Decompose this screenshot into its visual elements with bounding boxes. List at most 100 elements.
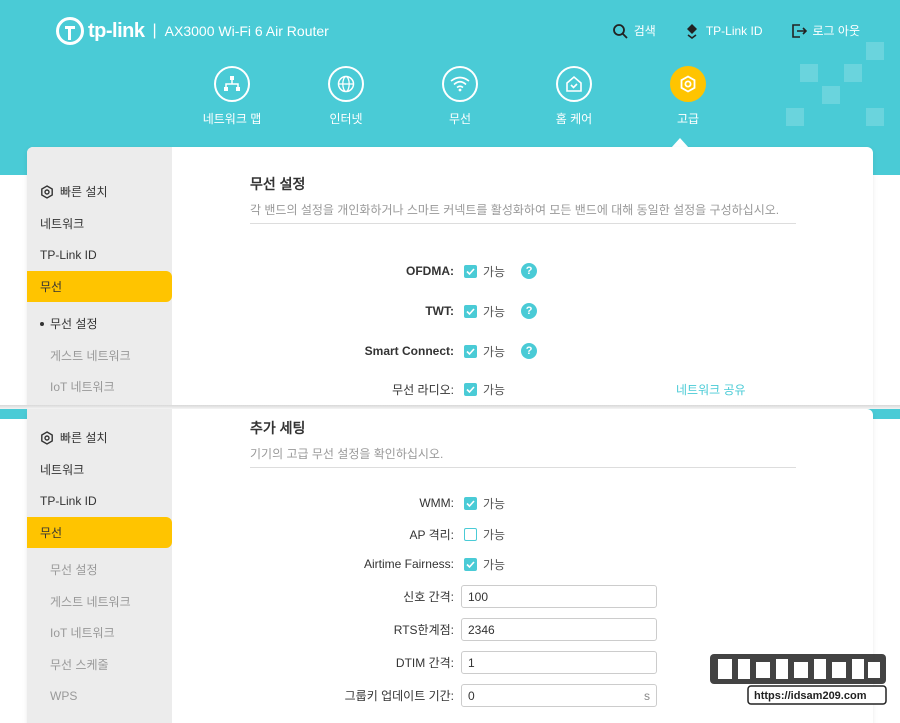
brand-logo[interactable]: tp-link | AX3000 Wi-Fi 6 Air Router [56, 17, 329, 45]
main-nav: 네트워크 맵 인터넷 무선 홈 케어 고급 [175, 66, 745, 127]
wifi-icon [450, 76, 470, 92]
wireless-radio-label: 무선 라디오: [392, 382, 454, 397]
wireless-radio-checkbox[interactable] [464, 382, 477, 396]
search-link[interactable]: 검색 [612, 22, 656, 39]
airtime-fairness-label: Airtime Fairness: [363, 557, 454, 571]
network-map-icon [224, 76, 240, 91]
group-key-unit: s [644, 688, 650, 703]
sidebar-item-wireless-schedule[interactable]: 무선 스케줄 [27, 649, 172, 681]
sidebar-item-guest-network[interactable]: 게스트 네트워크 [27, 340, 172, 372]
ofdma-checkbox[interactable] [464, 264, 477, 278]
sidebar-item-wireless[interactable]: 무선 [27, 270, 172, 302]
section-description: 기기의 고급 무선 설정을 확인하십시오. [250, 447, 796, 468]
ofdma-help-icon[interactable]: ? [521, 263, 538, 279]
ofdma-row: OFDMA: 가능 ? [250, 263, 796, 279]
twt-checkbox[interactable] [464, 304, 477, 318]
section-title: 무선 설정 [250, 176, 306, 192]
ap-isolation-label: AP 격리: [409, 527, 454, 542]
twt-label: TWT: [425, 304, 454, 318]
nav-advanced[interactable]: 고급 [631, 66, 745, 127]
quick-setup-icon [41, 430, 53, 445]
airtime-fairness-row: Airtime Fairness: 가능 [250, 556, 796, 572]
sidebar-item-iot-network[interactable]: IoT 네트워크 [27, 617, 172, 649]
smart-connect-checkbox[interactable] [464, 344, 477, 358]
sidebar-2: 빠른 설치 네트워크 TP-Link ID 무선 무선 설정 게스트 네트워크 … [27, 409, 172, 723]
search-icon [612, 23, 628, 39]
sidebar-item-guest-network[interactable]: 게스트 네트워크 [27, 586, 172, 618]
logout-link[interactable]: 로그 아웃 [791, 22, 861, 39]
ap-isolation-row: AP 격리: 가능 [250, 526, 796, 542]
tplink-id-label: TP-Link ID [705, 23, 763, 38]
home-care-icon [566, 75, 582, 92]
sidebar-item-tplink-id[interactable]: TP-Link ID [27, 239, 172, 271]
dtim-interval-label: DTIM 간격: [395, 656, 454, 670]
wmm-row: WMM: 가능 [250, 495, 796, 511]
beacon-interval-input[interactable]: 100 [461, 585, 657, 608]
group-key-label: 그룹키 업데이트 기간: [344, 689, 454, 703]
sidebar: 빠른 설치 네트워크 TP-Link ID 무선 무선 설정 게스트 네트워크 … [27, 147, 172, 409]
tplink-id-link[interactable]: TP-Link ID [684, 23, 763, 39]
site-watermark: https://idsam209.com [710, 654, 887, 705]
airtime-fairness-enable-label: 가능 [483, 557, 506, 572]
smart-connect-help-icon[interactable]: ? [521, 343, 538, 359]
wireless-radio-row: 무선 라디오: 가능 네트워크 공유 [250, 381, 796, 397]
sidebar-item-wireless-settings[interactable]: 무선 설정 [27, 308, 172, 340]
wmm-enable-label: 가능 [483, 496, 506, 511]
rts-threshold-label: RTS한계점: [393, 623, 454, 637]
nav-internet[interactable]: 인터넷 [289, 66, 403, 127]
twt-help-icon[interactable]: ? [521, 303, 538, 319]
nav-home-care[interactable]: 홈 케어 [517, 66, 631, 127]
watermark-url: https://idsam209.com [754, 690, 867, 702]
content: 무선 설정 각 밴드의 설정을 개인화하거나 스마트 커넥트를 활성화하여 모든… [250, 147, 796, 397]
model-name: AX3000 Wi-Fi 6 Air Router [164, 23, 329, 39]
nav-label: 무선 [448, 112, 472, 126]
sidebar-item-wps[interactable]: WPS [27, 680, 172, 712]
nav-label: 네트워크 맵 [202, 112, 262, 126]
twt-enable-label: 가능 [483, 304, 506, 319]
sidebar-item-network[interactable]: 네트워크 [27, 208, 172, 240]
sidebar-item-iot-network[interactable]: IoT 네트워크 [27, 371, 172, 403]
current-dot [40, 321, 44, 326]
gear-icon [680, 75, 696, 93]
logout-icon [791, 23, 807, 38]
rts-threshold-row: RTS한계점: 2346 [250, 618, 796, 641]
nav-label: 홈 케어 [555, 112, 593, 126]
airtime-fairness-checkbox[interactable] [464, 557, 477, 571]
smart-connect-row: Smart Connect: 가능 ? [250, 343, 796, 359]
group-key-input[interactable]: 0 s [461, 684, 657, 707]
nav-wireless[interactable]: 무선 [403, 66, 517, 127]
wireless-radio-enable-label: 가능 [483, 382, 506, 397]
ofdma-label: OFDMA: [406, 264, 454, 278]
rts-threshold-input[interactable]: 2346 [461, 618, 657, 641]
sidebar-item-tplink-id[interactable]: TP-Link ID [27, 485, 172, 517]
wmm-label: WMM: [419, 496, 454, 510]
header: tp-link | AX3000 Wi-Fi 6 Air Router 검색 T… [0, 0, 900, 60]
sidebar-item-wireless-settings[interactable]: 무선 설정 [27, 554, 172, 586]
network-share-link[interactable]: 네트워크 공유 [676, 381, 746, 398]
beacon-interval-row: 신호 간격: 100 [250, 585, 796, 608]
ap-isolation-checkbox[interactable] [464, 527, 477, 541]
section-description: 각 밴드의 설정을 개인화하거나 스마트 커넥트를 활성화하여 모든 밴드에 대… [250, 203, 796, 224]
wmm-checkbox[interactable] [464, 496, 477, 510]
beacon-interval-label: 신호 간격: [403, 590, 454, 604]
content-2: 추가 세팅 기기의 고급 무선 설정을 확인하십시오. WMM: 가능 AP 격… [250, 409, 796, 707]
sidebar-item-network[interactable]: 네트워크 [27, 454, 172, 486]
sidebar-item-quick-setup[interactable]: 빠른 설치 [27, 176, 172, 208]
dtim-interval-input[interactable]: 1 [461, 651, 657, 674]
ap-isolation-enable-label: 가능 [483, 527, 506, 542]
top-screenshot: tp-link | AX3000 Wi-Fi 6 Air Router 검색 T… [0, 0, 900, 409]
logout-label: 로그 아웃 [812, 24, 861, 38]
smart-connect-enable-label: 가능 [483, 344, 506, 359]
tplink-id-icon [686, 23, 697, 39]
ofdma-enable-label: 가능 [483, 264, 506, 279]
sidebar-item-quick-setup[interactable]: 빠른 설치 [27, 422, 172, 454]
settings-card: 빠른 설치 네트워크 TP-Link ID 무선 무선 설정 게스트 네트워크 … [27, 147, 873, 409]
section-title: 추가 세팅 [250, 420, 306, 436]
quick-setup-icon [41, 184, 53, 199]
nav-network-map[interactable]: 네트워크 맵 [175, 66, 289, 127]
nav-label: 고급 [676, 112, 700, 126]
brand-name: tp-link [88, 19, 145, 42]
sidebar-item-wireless[interactable]: 무선 [27, 516, 172, 548]
tplink-logo-icon [56, 17, 84, 45]
top-links: 검색 TP-Link ID 로그 아웃 [612, 22, 860, 39]
